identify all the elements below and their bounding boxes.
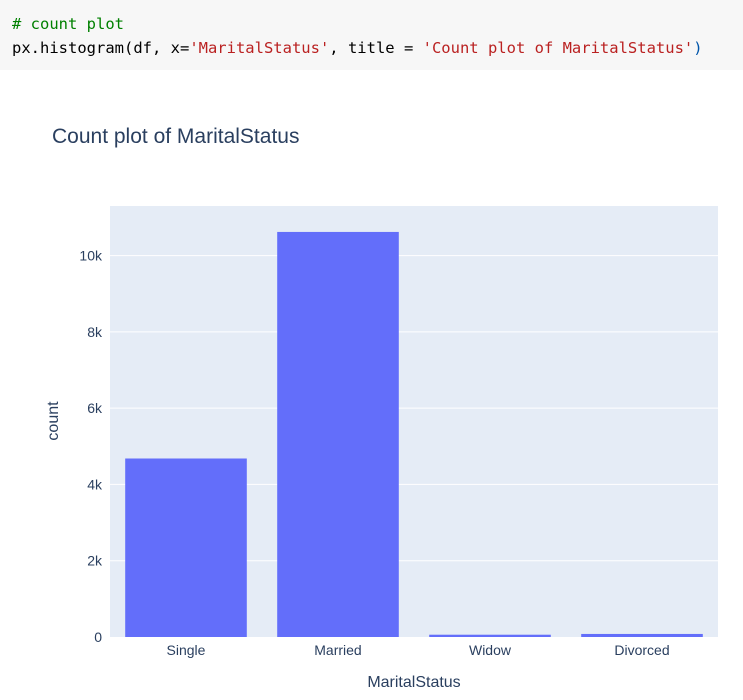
y-tick-label: 10k xyxy=(79,248,103,264)
y-tick-label: 8k xyxy=(87,324,103,340)
y-tick-label: 4k xyxy=(87,476,103,492)
bar-single[interactable] xyxy=(125,458,247,637)
x-tick-label-widow: Widow xyxy=(469,642,512,658)
x-axis-label: MaritalStatus xyxy=(367,674,460,691)
bar-widow[interactable] xyxy=(429,634,551,637)
code-comment-line: # count plot xyxy=(12,12,743,36)
y-tick-label: 6k xyxy=(87,400,103,416)
x-axis-ticks: Single Married Widow Divorced xyxy=(167,642,670,658)
bar-married[interactable] xyxy=(277,231,399,637)
chart-title: Count plot of MaritalStatus xyxy=(52,125,299,148)
code-cell[interactable]: # count plot px.histogram(df, x='Marital… xyxy=(0,0,743,70)
y-axis-label: count xyxy=(45,401,62,441)
y-axis-ticks: 0 2k 4k 6k 8k 10k xyxy=(79,248,103,645)
x-tick-label-divorced: Divorced xyxy=(614,642,669,658)
code-x-arg: 'MaritalStatus' xyxy=(189,39,330,57)
code-title-kw: , title = xyxy=(329,39,423,57)
y-tick-label: 0 xyxy=(94,629,102,645)
bar-chart: Count plot of MaritalStatus 0 2k 4k 6k 8k 10k… xyxy=(45,125,718,691)
x-tick-label-married: Married xyxy=(314,642,361,658)
code-call-line: px.histogram(df, x='MaritalStatus', titl… xyxy=(12,36,743,60)
code-title-arg: 'Count plot of MaritalStatus' xyxy=(422,39,694,57)
x-tick-label-single: Single xyxy=(167,642,206,658)
y-tick-label: 2k xyxy=(87,553,103,569)
code-call-prefix: px.histogram(df, x= xyxy=(12,39,190,57)
code-close-paren: ) xyxy=(693,39,703,57)
code-comment: # count plot xyxy=(12,15,124,33)
bar-divorced[interactable] xyxy=(581,633,703,637)
